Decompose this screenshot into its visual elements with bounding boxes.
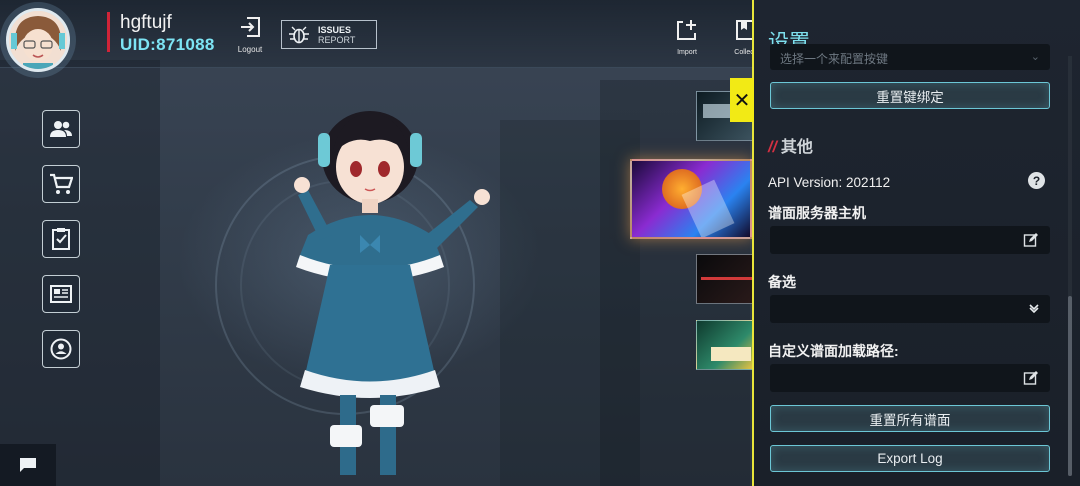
import-icon <box>677 20 696 40</box>
chat-button[interactable] <box>0 444 56 486</box>
key-config-select[interactable]: 选择一个来配置按键 ⌄ <box>770 44 1050 70</box>
import-button[interactable]: Import <box>672 18 702 56</box>
logout-label: Logout <box>237 45 263 54</box>
nav-profile-button[interactable] <box>42 330 80 368</box>
logout-icon <box>241 17 260 37</box>
user-accent-bar <box>107 12 110 52</box>
nav-store-button[interactable] <box>42 165 80 203</box>
reset-keybind-button[interactable]: 重置键绑定 <box>770 82 1050 109</box>
help-icon[interactable]: ? <box>1028 172 1045 189</box>
chat-icon <box>20 458 36 472</box>
nav-news-button[interactable] <box>42 275 80 313</box>
chevron-down-icon: ⌄ <box>1030 51 1040 63</box>
close-icon: ✕ <box>733 89 751 112</box>
key-config-placeholder: 选择一个来配置按键 <box>780 52 889 66</box>
custom-path-input[interactable] <box>770 364 1050 392</box>
character-figure-icon <box>294 111 490 475</box>
settings-scrollbar[interactable] <box>1068 56 1072 476</box>
avatar-portrait-icon <box>9 11 67 69</box>
scrollbar-thumb[interactable] <box>1068 296 1072 476</box>
chart-thumbnail[interactable] <box>696 320 756 370</box>
api-version-text: API Version: 202112 <box>768 175 891 190</box>
chart-thumbnail-selected[interactable] <box>630 159 752 239</box>
character-illustration <box>220 95 510 486</box>
thumbnail-art <box>701 277 753 280</box>
edit-icon[interactable] <box>1022 231 1040 249</box>
edit-icon[interactable] <box>1022 369 1040 387</box>
news-icon <box>50 285 72 303</box>
user-circle-icon <box>50 338 72 360</box>
chart-thumbnail[interactable] <box>696 254 756 304</box>
user-uid: UID:871088 <box>120 35 215 54</box>
server-host-label: 谱面服务器主机 <box>768 205 866 221</box>
section-slash-icon: // <box>768 139 777 156</box>
issues-label-line1: ISSUES <box>318 24 352 35</box>
settings-panel: 设置 选择一个来配置按键 ⌄ 重置键绑定 //其他 API Version: 2… <box>752 0 1080 486</box>
nav-friends-button[interactable] <box>42 110 80 148</box>
people-icon <box>50 121 72 137</box>
alternate-label: 备选 <box>768 274 796 290</box>
alternate-select[interactable] <box>770 295 1050 323</box>
close-settings-button[interactable]: ✕ <box>730 78 754 122</box>
custom-path-label: 自定义谱面加载路径: <box>768 343 899 359</box>
import-label: Import <box>677 49 697 56</box>
background-building <box>0 60 160 486</box>
issues-label-line2: REPORT <box>318 34 356 45</box>
cart-icon <box>50 173 73 194</box>
double-chevron-down-icon <box>1029 304 1039 314</box>
export-log-button[interactable]: Export Log <box>770 445 1050 472</box>
username: hgftujf <box>120 12 172 33</box>
avatar[interactable] <box>6 8 70 72</box>
reset-all-charts-button[interactable]: 重置所有谱面 <box>770 405 1050 432</box>
nav-tasks-button[interactable] <box>42 220 80 258</box>
bug-icon <box>289 26 309 43</box>
other-section-title: //其他 <box>768 133 813 157</box>
server-host-input[interactable] <box>770 226 1050 254</box>
logout-button[interactable]: Logout <box>233 16 267 54</box>
other-section-label: 其他 <box>780 139 813 156</box>
issues-report-button[interactable]: ISSUES REPORT <box>281 20 377 49</box>
checklist-icon <box>52 228 70 250</box>
thumbnail-art <box>711 347 751 361</box>
